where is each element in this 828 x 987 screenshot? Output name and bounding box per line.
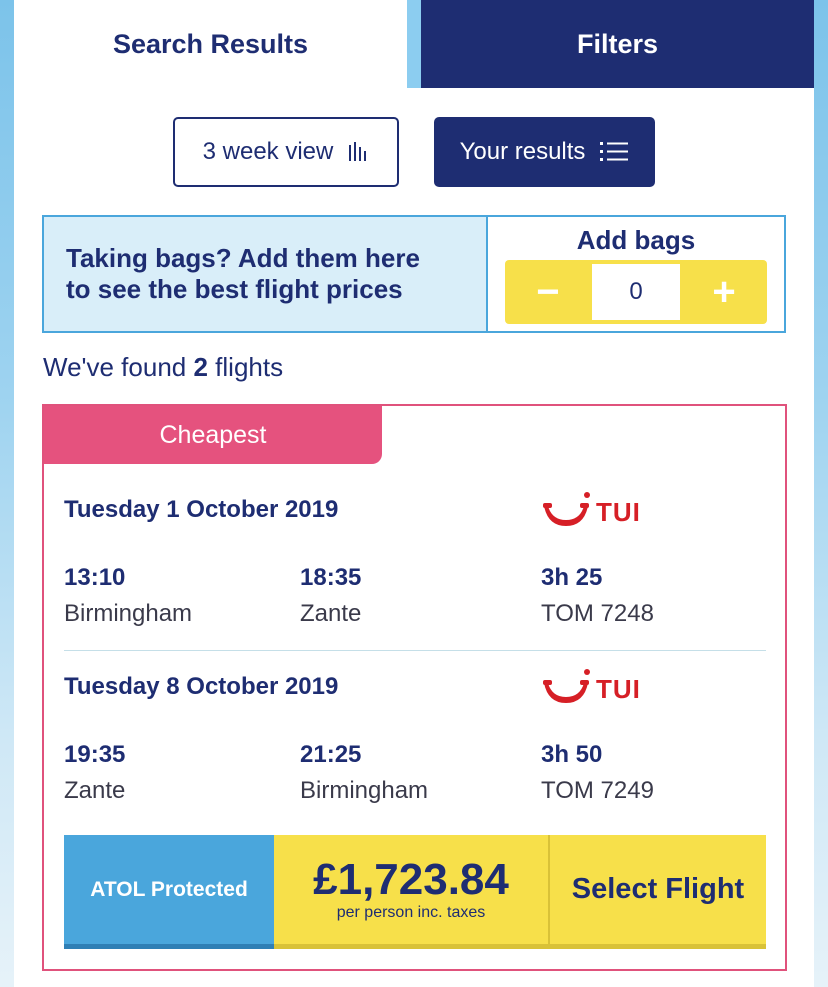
bags-decrement-button[interactable]: − bbox=[505, 260, 591, 324]
tui-logo: TUI bbox=[540, 492, 641, 532]
results-summary: We've found 2 flights bbox=[43, 352, 283, 383]
flight-card: Cheapest Tuesday 1 October 2019 TUI 13:1… bbox=[42, 404, 787, 971]
week-view-button[interactable]: 3 week view bbox=[173, 117, 399, 187]
atol-protected-badge: ATOL Protected bbox=[64, 835, 274, 949]
outbound-depart-place: Birmingham bbox=[64, 600, 193, 627]
card-footer: ATOL Protected £1,723.84 per person inc.… bbox=[64, 835, 766, 949]
week-view-label: 3 week view bbox=[202, 138, 334, 165]
flight-count: 2 bbox=[193, 352, 208, 382]
outbound-depart-time: 13:10 bbox=[64, 564, 126, 591]
tui-logo: TUI bbox=[540, 669, 641, 709]
tab-divider bbox=[407, 0, 421, 88]
bags-stepper: − 0 + bbox=[505, 260, 767, 324]
price-value: £1,723.84 bbox=[313, 854, 509, 904]
outbound-arrive-place: Zante bbox=[300, 600, 362, 627]
bags-panel: Taking bags? Add them here to see the be… bbox=[42, 215, 786, 333]
return-arrive-time: 21:25 bbox=[300, 741, 362, 768]
return-depart-place: Zante bbox=[64, 777, 126, 804]
bags-title: Add bags bbox=[576, 225, 696, 255]
tui-smile-icon bbox=[543, 492, 590, 526]
bags-increment-button[interactable]: + bbox=[681, 260, 767, 324]
return-depart-time: 19:35 bbox=[64, 741, 126, 768]
tui-smile-icon bbox=[543, 669, 590, 703]
your-results-button[interactable]: Your results bbox=[434, 117, 655, 187]
your-results-label: Your results bbox=[459, 138, 586, 165]
bags-count-field[interactable]: 0 bbox=[592, 264, 680, 320]
bar-chart-icon bbox=[349, 142, 367, 161]
leg-divider bbox=[64, 650, 766, 651]
tab-search-results[interactable]: Search Results bbox=[14, 0, 407, 88]
outbound-duration: 3h 25 bbox=[541, 564, 603, 591]
tui-logo-text: TUI bbox=[596, 496, 641, 527]
bags-control: Add bags − 0 + bbox=[488, 217, 784, 331]
list-icon bbox=[600, 142, 629, 161]
select-flight-button[interactable]: Select Flight bbox=[550, 835, 766, 949]
tab-filters-label: Filters bbox=[576, 28, 659, 59]
return-flight-number: TOM 7249 bbox=[541, 777, 654, 804]
return-arrive-place: Birmingham bbox=[300, 777, 429, 804]
price-box: £1,723.84 per person inc. taxes bbox=[274, 835, 550, 949]
outbound-flight-number: TOM 7248 bbox=[541, 600, 654, 627]
outbound-date: Tuesday 1 October 2019 bbox=[64, 496, 339, 523]
tui-logo-text: TUI bbox=[596, 673, 641, 704]
return-date: Tuesday 8 October 2019 bbox=[64, 673, 339, 700]
tab-search-results-label: Search Results bbox=[112, 28, 309, 59]
summary-prefix: We've found bbox=[43, 352, 194, 382]
price-note: per person inc. taxes bbox=[336, 903, 486, 921]
summary-suffix: flights bbox=[207, 352, 284, 382]
outbound-arrive-time: 18:35 bbox=[300, 564, 362, 591]
return-duration: 3h 50 bbox=[541, 741, 603, 768]
bags-message: Taking bags? Add them here to see the be… bbox=[44, 217, 488, 331]
cheapest-badge: Cheapest bbox=[44, 406, 382, 464]
tab-filters[interactable]: Filters bbox=[421, 0, 814, 88]
